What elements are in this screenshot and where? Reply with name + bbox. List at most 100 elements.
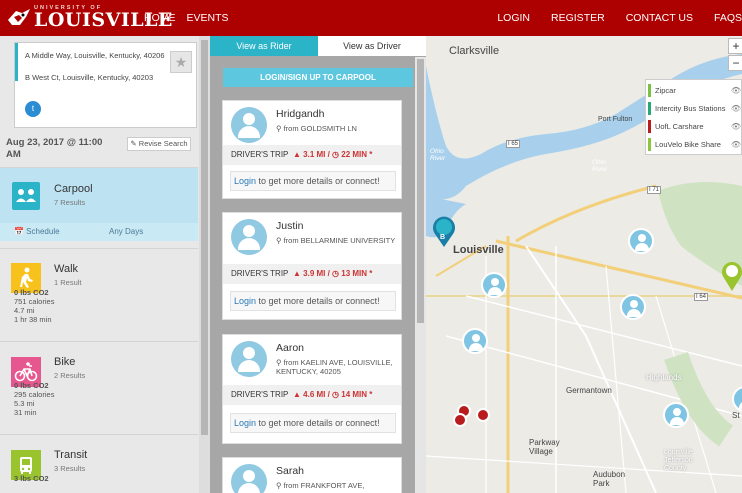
tab-view-as-rider[interactable]: View as Rider — [210, 36, 318, 56]
transit-title: Transit — [54, 449, 88, 461]
trip-distance: ▲ 3.1 MI / ◷ 22 MIN * — [293, 150, 373, 159]
layer-uofl-carshare[interactable]: UofL Carshare 👁 — [648, 118, 742, 135]
walk-stats: 0 lbs CO2 751 calories 4.7 mi 1 hr 38 mi… — [14, 288, 54, 324]
trip-info: DRIVER'S TRIP ▲ 3.1 MI / ◷ 22 MIN * — [223, 145, 401, 165]
bike-title: Bike — [54, 356, 76, 368]
map-label-i64: I 64 — [694, 293, 709, 301]
map-label-highlands: Highlands — [646, 373, 682, 382]
left-scrollbar-thumb[interactable] — [201, 40, 208, 435]
mode-transit[interactable]: Transit 3 Results 3 lbs CO2 — [0, 434, 198, 493]
bike-distance: 5.3 mi — [14, 399, 35, 408]
origin-address[interactable]: A Middle Way, Louisville, Kentucky, 4020… — [25, 50, 165, 61]
login-message-text: to get more details or connect! — [256, 176, 380, 186]
nav-home[interactable]: HOME — [144, 12, 176, 24]
driver-origin: ⚲ from BELLARMINE UNIVERSITY — [276, 236, 396, 245]
destination-pin-b[interactable]: B — [430, 214, 458, 248]
trip-date: Aug 23, 2017 @ 11:00 AM — [6, 137, 103, 160]
carshare-marker[interactable] — [453, 413, 467, 427]
map-label-i65: I 65 — [506, 140, 521, 148]
trip-label: DRIVER'S TRIP — [231, 150, 289, 159]
eye-icon[interactable]: 👁 — [731, 100, 741, 117]
middle-scrollbar[interactable] — [415, 57, 426, 493]
map-label-st: St — [732, 411, 740, 420]
avatar — [231, 107, 267, 143]
eye-icon[interactable]: 👁 — [731, 82, 741, 99]
bike-duration: 31 min — [14, 408, 37, 417]
cardinal-logo-icon — [6, 7, 32, 29]
carshare-marker[interactable] — [476, 408, 490, 422]
mode-walk[interactable]: Walk 1 Result 0 lbs CO2 751 calories 4.7… — [0, 248, 198, 340]
eye-icon[interactable]: 👁 — [731, 118, 741, 135]
driver-name: Justin — [276, 220, 304, 232]
carpool-driver-pin[interactable] — [628, 228, 654, 254]
favorite-star-icon[interactable]: ★ — [170, 51, 192, 73]
login-message-text: to get more details or connect! — [256, 296, 380, 306]
left-scrollbar[interactable] — [199, 36, 210, 493]
date-row: Aug 23, 2017 @ 11:00 AM ✎ Revise Search — [0, 135, 198, 169]
login-link[interactable]: Login — [234, 418, 256, 428]
carpool-listing-panel: View as Rider View as Driver LOGIN/SIGN … — [210, 36, 426, 493]
map-label-audubon-park: Audubon Park — [593, 470, 626, 488]
mode-carpool[interactable]: Carpool 7 Results 📅 Schedule Any Days — [0, 167, 198, 241]
bike-share-pin[interactable] — [720, 260, 742, 292]
layer-label: UofL Carshare — [655, 122, 704, 131]
top-nav-bar: UNIVERSITY OF LOUISVILLE HOME EVENTS LOG… — [0, 0, 742, 36]
tab-view-as-driver[interactable]: View as Driver — [318, 36, 426, 56]
twitter-icon[interactable]: t — [25, 101, 41, 117]
login-message: Login to get more details or connect! — [230, 413, 396, 433]
revise-search-button[interactable]: ✎ Revise Search — [127, 137, 191, 151]
nav-contact[interactable]: CONTACT US — [626, 12, 693, 24]
avatar — [231, 219, 267, 255]
layer-color-swatch — [648, 120, 651, 133]
driver-card[interactable]: Aaron ⚲ from KAELIN AVE, LOUISVILLE, KEN… — [222, 334, 402, 444]
walk-results: 1 Result — [54, 278, 82, 287]
map-view[interactable]: Clarksville Louisville Germantown Parkwa… — [426, 36, 742, 493]
nav-events[interactable]: EVENTS — [187, 12, 229, 24]
driver-card[interactable]: Justin ⚲ from BELLARMINE UNIVERSITY DRIV… — [222, 212, 402, 320]
login-message: Login to get more details or connect! — [230, 291, 396, 311]
walk-distance: 4.7 mi — [14, 306, 35, 315]
zoom-out-button[interactable]: − — [728, 55, 742, 71]
driver-name: Sarah — [276, 465, 305, 477]
nav-register[interactable]: REGISTER — [551, 12, 605, 24]
transit-co2: 3 lbs CO2 — [14, 474, 49, 483]
map-label-parkway-village: Parkway Village — [529, 438, 560, 456]
route-indicator — [15, 43, 18, 81]
mode-bike[interactable]: Bike 2 Results 0 lbs CO2 295 calories 5.… — [0, 341, 198, 433]
destination-address[interactable]: B West Ct, Louisville, Kentucky, 40203 — [25, 73, 185, 82]
carpool-schedule[interactable]: 📅 Schedule Any Days — [0, 223, 198, 241]
map-label-i71: I 71 — [647, 186, 662, 194]
driver-card[interactable]: Sarah ⚲ from FRANKFORT AVE, — [222, 457, 402, 493]
carpool-driver-pin[interactable] — [481, 272, 507, 298]
trip-distance: ▲ 3.9 MI / ◷ 13 MIN * — [293, 269, 373, 278]
walk-title: Walk — [54, 263, 79, 275]
login-signup-carpool-button[interactable]: LOGIN/SIGN UP TO CARPOOL — [223, 68, 413, 87]
map-label-louisville: Louisville — [453, 244, 504, 256]
transit-stats: 3 lbs CO2 — [14, 474, 49, 483]
eye-icon[interactable]: 👁 — [731, 136, 741, 153]
layer-color-swatch — [648, 102, 651, 115]
layer-zipcar[interactable]: Zipcar 👁 — [648, 82, 742, 99]
carpool-title: Carpool — [54, 183, 93, 195]
uofl-logo[interactable]: UNIVERSITY OF LOUISVILLE — [6, 5, 172, 31]
layer-label: LouVelo Bike Share — [655, 140, 721, 149]
login-link[interactable]: Login — [234, 176, 256, 186]
avatar — [231, 464, 267, 493]
carpool-people-icon — [12, 182, 40, 210]
driver-origin: ⚲ from FRANKFORT AVE, — [276, 481, 365, 490]
layer-louvelo-bike-share[interactable]: LouVelo Bike Share 👁 — [648, 136, 742, 153]
walk-co2: 0 lbs CO2 — [14, 288, 49, 297]
trip-label: DRIVER'S TRIP — [231, 390, 289, 399]
nav-faqs[interactable]: FAQS — [714, 12, 742, 24]
carpool-driver-pin[interactable] — [620, 294, 646, 320]
map-label-jefferson-county: Louisville Jefferson County — [664, 449, 693, 472]
zoom-in-button[interactable]: + — [728, 38, 742, 54]
nav-login[interactable]: LOGIN — [497, 12, 530, 24]
carpool-driver-pin[interactable] — [462, 328, 488, 354]
login-link[interactable]: Login — [234, 296, 256, 306]
carpool-driver-pin[interactable] — [663, 402, 689, 428]
layer-intercity-bus[interactable]: Intercity Bus Stations 👁 — [648, 100, 742, 117]
middle-scrollbar-thumb[interactable] — [417, 59, 424, 323]
trip-distance: ▲ 4.6 MI / ◷ 14 MIN * — [293, 390, 373, 399]
driver-card[interactable]: Hridgandh ⚲ from GOLDSMITH LN DRIVER'S T… — [222, 100, 402, 199]
